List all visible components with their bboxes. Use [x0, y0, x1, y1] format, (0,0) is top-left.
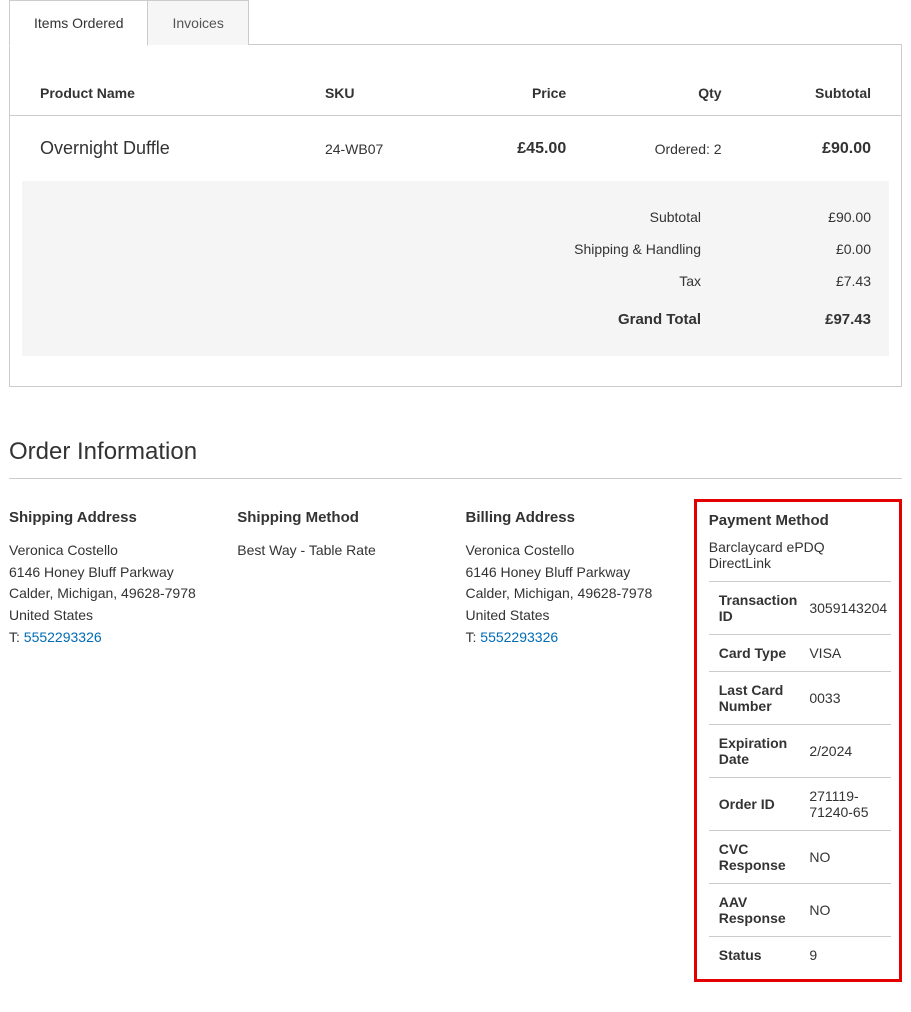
last-card-label: Last Card Number [709, 672, 806, 725]
subtotal-value: £90.00 [761, 201, 871, 233]
cvc-response-value: NO [805, 831, 891, 884]
billing-address-block: Billing Address Veronica Costello 6146 H… [466, 509, 674, 648]
shipping-method-title: Shipping Method [237, 509, 445, 526]
aav-response-value: NO [805, 884, 891, 937]
phone-prefix: T: [9, 629, 24, 645]
billing-street: 6146 Honey Bluff Parkway [466, 562, 674, 584]
transaction-id-label: Transaction ID [709, 582, 806, 635]
shipping-address-title: Shipping Address [9, 509, 217, 526]
shipping-phone-line: T: 5552293326 [9, 627, 217, 649]
transaction-id-value: 3059143204 [805, 582, 891, 635]
shipping-method-block: Shipping Method Best Way - Table Rate [237, 509, 445, 562]
payment-method-title: Payment Method [709, 512, 887, 529]
tab-items-ordered[interactable]: Items Ordered [9, 0, 148, 46]
shipping-name: Veronica Costello [9, 540, 217, 562]
order-id-value: 271119-71240-65 [805, 778, 891, 831]
status-value: 9 [805, 937, 891, 974]
shipping-value: £0.00 [761, 233, 871, 265]
card-type-value: VISA [805, 635, 891, 672]
cell-subtotal: £90.00 [734, 116, 901, 182]
aav-response-label: AAV Response [709, 884, 806, 937]
shipping-phone-link[interactable]: 5552293326 [24, 629, 102, 645]
cell-price: £45.00 [454, 116, 579, 182]
billing-city: Calder, Michigan, 49628-7978 [466, 583, 674, 605]
cell-product: Overnight Duffle [10, 116, 313, 182]
shipping-street: 6146 Honey Bluff Parkway [9, 562, 217, 584]
grand-total-label: Grand Total [40, 297, 761, 336]
shipping-address-block: Shipping Address Veronica Costello 6146 … [9, 509, 217, 648]
cvc-response-label: CVC Response [709, 831, 806, 884]
order-totals: Subtotal £90.00 Shipping & Handling £0.0… [22, 181, 889, 356]
order-id-label: Order ID [709, 778, 806, 831]
shipping-country: United States [9, 605, 217, 627]
last-card-value: 0033 [805, 672, 891, 725]
divider [9, 478, 902, 479]
expiration-label: Expiration Date [709, 725, 806, 778]
billing-address-title: Billing Address [466, 509, 674, 526]
cell-sku: 24-WB07 [313, 116, 454, 182]
tax-value: £7.43 [761, 265, 871, 297]
payment-method-block: Payment Method Barclaycard ePDQ DirectLi… [694, 509, 902, 982]
tab-invoices[interactable]: Invoices [148, 0, 248, 45]
th-price: Price [454, 75, 579, 116]
billing-phone-link[interactable]: 5552293326 [480, 629, 558, 645]
phone-prefix: T: [466, 629, 481, 645]
items-table: Product Name SKU Price Qty Subtotal Over… [10, 75, 901, 181]
billing-phone-line: T: 5552293326 [466, 627, 674, 649]
tabs: Items Ordered Invoices [9, 0, 902, 45]
shipping-label: Shipping & Handling [40, 233, 761, 265]
items-ordered-panel: Product Name SKU Price Qty Subtotal Over… [9, 44, 902, 387]
th-product: Product Name [10, 75, 313, 116]
th-sku: SKU [313, 75, 454, 116]
payment-gateway-name: Barclaycard ePDQ DirectLink [709, 539, 887, 571]
table-row: Overnight Duffle 24-WB07 £45.00 Ordered:… [10, 116, 901, 182]
th-subtotal: Subtotal [734, 75, 901, 116]
order-information-title: Order Information [9, 438, 902, 466]
billing-name: Veronica Costello [466, 540, 674, 562]
billing-country: United States [466, 605, 674, 627]
shipping-city: Calder, Michigan, 49628-7978 [9, 583, 217, 605]
shipping-method-value: Best Way - Table Rate [237, 540, 445, 562]
card-type-label: Card Type [709, 635, 806, 672]
subtotal-label: Subtotal [40, 201, 761, 233]
tax-label: Tax [40, 265, 761, 297]
th-qty: Qty [578, 75, 733, 116]
expiration-value: 2/2024 [805, 725, 891, 778]
grand-total-value: £97.43 [761, 297, 871, 336]
status-label: Status [709, 937, 806, 974]
payment-details-table: Transaction ID 3059143204 Card Type VISA… [709, 581, 891, 973]
cell-qty: Ordered: 2 [578, 116, 733, 182]
payment-method-highlight: Payment Method Barclaycard ePDQ DirectLi… [694, 499, 902, 982]
